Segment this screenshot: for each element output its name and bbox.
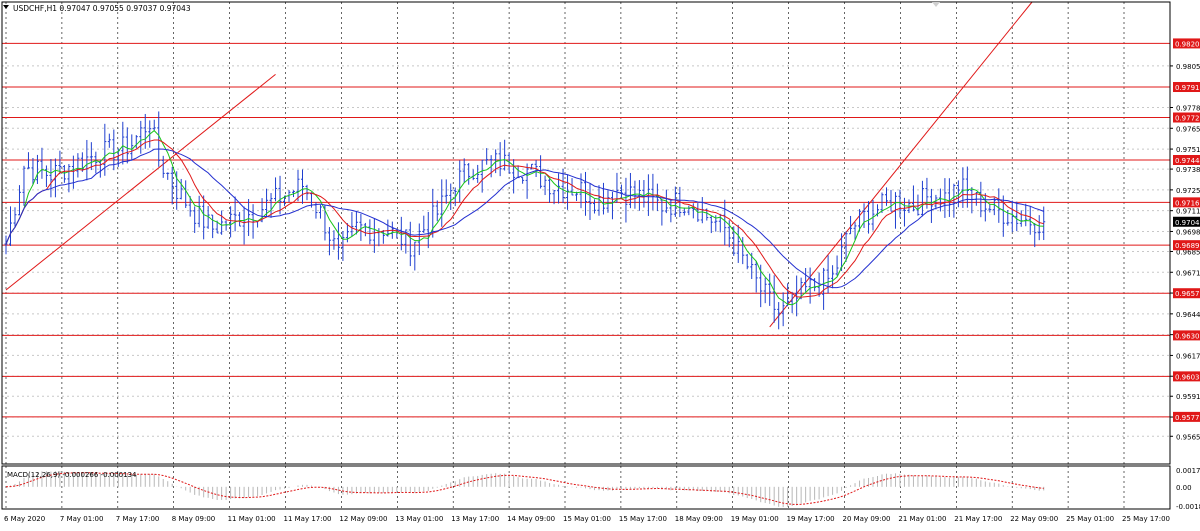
level-price-label: 0.96891 (1175, 242, 1200, 250)
level-price-label: 0.98201 (1175, 40, 1200, 48)
price-tick-label: 0.96980 (1176, 228, 1200, 236)
trendlines[interactable] (5, 1, 1033, 328)
price-tick-label: 0.97250 (1176, 187, 1200, 195)
price-tick-label: 0.97115 (1176, 208, 1200, 216)
price-tick-label: 0.95650 (1176, 433, 1200, 441)
macd-signal-line (5, 472, 1044, 506)
level-price-label: 0.96039 (1175, 373, 1200, 381)
time-label: 21 May 17:00 (954, 515, 1002, 523)
time-label: 15 May 17:00 (619, 515, 667, 523)
price-tick-label: 0.96175 (1176, 352, 1200, 360)
level-price-label: 0.97918 (1175, 84, 1200, 92)
horizontal-levels[interactable] (2, 42, 1170, 418)
price-tick-label: 0.95910 (1176, 393, 1200, 401)
macd-tick-label: -0.00183 (1176, 503, 1200, 511)
level-price-label: 0.97720 (1175, 115, 1200, 123)
time-label: 7 May 17:00 (116, 515, 160, 523)
time-label: 13 May 17:00 (451, 515, 499, 523)
time-label: 14 May 09:00 (507, 515, 555, 523)
time-label: 20 May 09:00 (843, 515, 891, 523)
time-label: 11 May 01:00 (228, 515, 276, 523)
trendline (769, 1, 1033, 328)
time-label: 11 May 17:00 (284, 515, 332, 523)
grid (2, 2, 1170, 509)
level-price-label: 0.97169 (1175, 199, 1200, 207)
moving-averages (5, 129, 1044, 306)
time-label: 19 May 01:00 (731, 515, 779, 523)
ma_slow-line (5, 148, 1044, 289)
time-label: 19 May 17:00 (787, 515, 835, 523)
main-frame (1, 1, 1171, 465)
ma_fast-line (5, 129, 1044, 306)
time-label: 8 May 09:00 (172, 515, 216, 523)
macd-panel: 0.001718 0.00 -0.00183 (5, 467, 1200, 511)
chart-window[interactable]: 0.98055 0.97785 0.97650 0.97515 0.97385 0.972… (0, 0, 1200, 527)
time-label: 22 May 09:00 (1010, 515, 1058, 523)
macd-tick-label: 0.00 (1176, 484, 1192, 492)
price-tick-label: 0.97650 (1176, 125, 1200, 133)
symbol-info: USDCHF,H1 0.97047 0.97055 0.97037 0.9704… (13, 4, 191, 13)
price-tick-label: 0.97385 (1176, 166, 1200, 174)
price-tick-label: 0.97785 (1176, 104, 1200, 112)
price-tick-label: 0.96445 (1176, 311, 1200, 319)
time-axis: 6 May 2020 7 May 01:00 7 May 17:00 8 May 09… (4, 515, 1170, 523)
time-label: 12 May 09:00 (339, 515, 387, 523)
time-label: 25 May 17:00 (1122, 515, 1170, 523)
level-price-label: 0.96305 (1175, 332, 1200, 340)
frames (1, 1, 1171, 510)
level-price-label: 0.96579 (1175, 290, 1200, 298)
chart-canvas[interactable]: 0.98055 0.97785 0.97650 0.97515 0.97385 0.972… (0, 0, 1200, 527)
level-price-label: 0.95776 (1175, 414, 1200, 422)
price-tick-label: 0.97515 (1176, 146, 1200, 154)
time-label: 25 May 01:00 (1066, 515, 1114, 523)
time-label: 15 May 01:00 (563, 515, 611, 523)
scroll-indicator-icon[interactable] (932, 2, 940, 7)
ma_mid-line (5, 139, 1044, 298)
candles (4, 111, 1046, 330)
time-label: 13 May 01:00 (395, 515, 443, 523)
time-label: 18 May 09:00 (675, 515, 723, 523)
time-label: 21 May 01:00 (898, 515, 946, 523)
time-label: 6 May 2020 (4, 515, 45, 523)
price-tick-label: 0.96715 (1176, 269, 1200, 277)
price-tick-label: 0.98055 (1176, 63, 1200, 71)
time-label: 7 May 01:00 (60, 515, 104, 523)
triangle-down-icon[interactable] (3, 5, 9, 9)
macd-tick-label: 0.001718 (1176, 467, 1200, 475)
level-price-label: 0.97444 (1175, 157, 1200, 165)
current-price-label: 0.97043 (1175, 219, 1200, 227)
macd-label: MACD(12,26,9) -0.000266 -0.000134 (7, 471, 137, 479)
